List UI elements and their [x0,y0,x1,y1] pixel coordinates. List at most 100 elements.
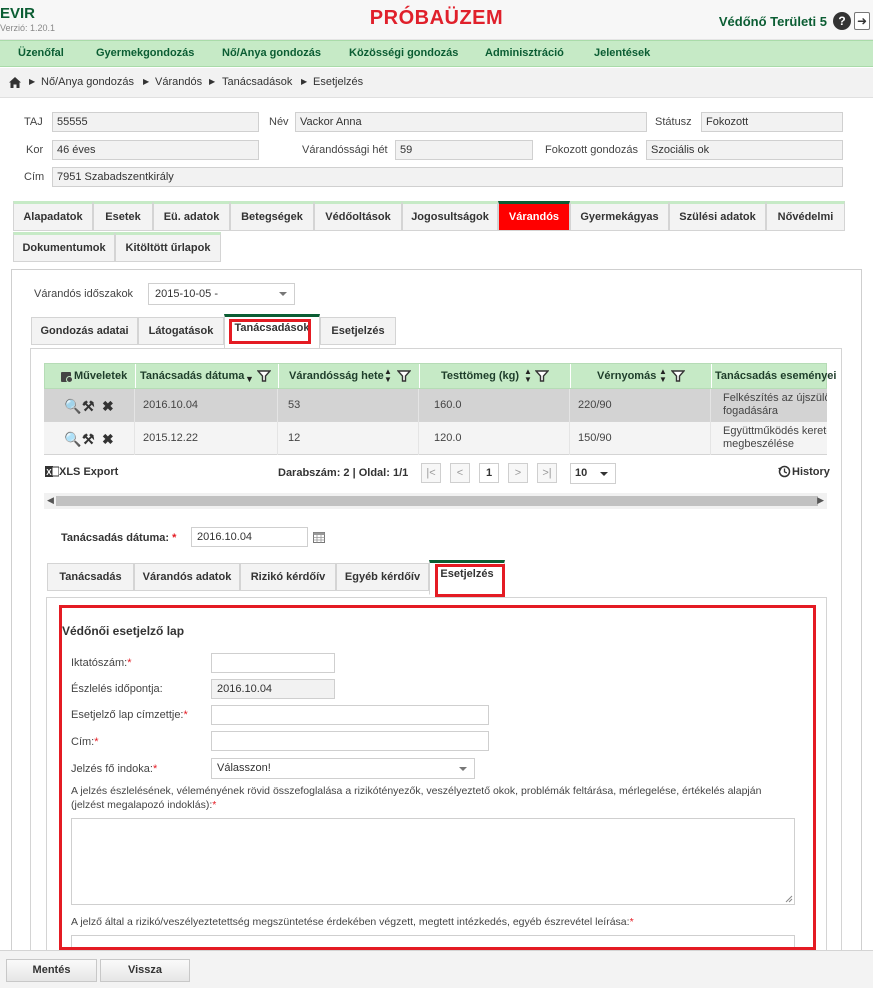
filing-number-input[interactable] [211,653,335,673]
tab-novedelmi[interactable]: Nővédelmi [766,201,845,231]
tab-esetjelzes-level2[interactable]: Esetjelzés [320,317,396,345]
cell-date: 2015.12.22 [143,432,199,444]
tab-esetjelzes[interactable]: Esetjelzés [429,560,505,595]
filter-icon[interactable] [257,369,271,383]
menu-item-jelentesek[interactable]: Jelentések [594,47,650,59]
scrollbar-thumb[interactable] [56,496,818,506]
filter-icon[interactable] [671,369,685,383]
sort-icon[interactable]: ▲ ▼ [524,368,532,384]
summary-label-line1: A jelzés észlelésének, véleményének rövi… [71,785,762,797]
tab-gondozas-adatai[interactable]: Gondozás adatai [31,317,138,345]
breadcrumb-tanacsadasok[interactable]: Tanácsadások [222,76,292,88]
breadcrumb-no-anya-gondozas[interactable]: Nő/Anya gondozás [41,76,134,88]
first-page-button[interactable]: |< [421,463,441,483]
menu-item-adminisztracio[interactable]: Adminisztráció [485,47,564,59]
horizontal-scrollbar[interactable]: ◀ ▶ [44,493,827,509]
prev-page-button[interactable]: < [450,463,470,483]
tab-gyermekagyas[interactable]: Gyermekágyas [570,201,669,231]
detection-time-field: 2016.10.04 [211,679,335,699]
delete-icon[interactable]: ✖ [102,398,114,415]
next-page-button[interactable]: > [508,463,528,483]
current-page-button[interactable]: 1 [479,463,499,483]
xls-export-link[interactable]: XLS Export [59,466,118,478]
form-address-label-text: Cím: [71,736,95,748]
tab-egyeb-kerdoiv[interactable]: Egyéb kérdőív [336,563,429,591]
tab-tanacsadas[interactable]: Tanácsadás [47,563,134,591]
reason-label-text: Jelzés fő indoka: [71,763,153,775]
recipient-label: Esetjelző lap címzettje:* [71,709,188,721]
last-page-button[interactable]: >| [537,463,557,483]
menu-item-uzenofal[interactable]: Üzenőfal [18,47,64,59]
summary-textarea[interactable] [71,818,795,905]
tab-latogatasok[interactable]: Látogatások [138,317,224,345]
tab-riziko-kerdoiv[interactable]: Rizikó kérdőív [240,563,336,591]
calendar-icon[interactable] [313,531,325,543]
tab-esetek[interactable]: Esetek [93,201,153,231]
search-icon[interactable]: 🔍 [64,398,81,415]
resize-handle-icon[interactable] [785,895,793,903]
app-header: EVIR Verzió: 1.20.1 PRÓBAÜZEM Védőnő Ter… [0,0,873,40]
sort-icon[interactable]: ▲ ▼ [659,368,667,384]
name-label: Név [269,116,289,128]
delete-icon[interactable]: ✖ [102,431,114,448]
breadcrumb: ▶ Nő/Anya gondozás ▶ Várandós ▶ Tanácsad… [0,68,873,98]
breadcrumb-esetjelzes: Esetjelzés [313,76,364,88]
menu-item-kozossegi-gondozas[interactable]: Közösségi gondozás [349,47,458,59]
column-header-date[interactable]: Tanácsadás dátuma [140,370,244,382]
pregnancy-week-label: Várandóssági hét [302,144,388,156]
menu-item-gyermekgondozas[interactable]: Gyermekgondozás [96,47,194,59]
tab-kitoltott-urlapok[interactable]: Kitöltött űrlapok [115,232,221,262]
address-label: Cím [24,171,45,183]
column-header-blood-pressure[interactable]: Vérnyomás [597,370,656,382]
table-row[interactable]: 🔍 ⚒ ✖ 2015.12.22 12 120.0 150/90 Együttm… [44,422,827,455]
tab-betegsegek[interactable]: Betegségek [230,201,314,231]
sort-icon[interactable]: ▲ ▼ [384,368,392,384]
settings-icon[interactable] [60,370,73,383]
periods-select[interactable]: 2015-10-05 - [148,283,295,305]
breadcrumb-separator-icon: ▶ [209,77,216,86]
logout-icon[interactable]: ➜ [854,12,870,30]
column-header-weight[interactable]: Testtömeg (kg) [441,370,519,382]
form-title: Védőnői esetjelző lap [62,624,185,638]
search-icon[interactable]: 🔍 [64,431,81,448]
excel-icon[interactable]: X [45,465,59,478]
scroll-right-icon[interactable]: ▶ [817,495,824,506]
tab-alapadatok[interactable]: Alapadatok [13,201,93,231]
tab-tanacsadasok[interactable]: Tanácsadások [224,314,320,349]
save-button[interactable]: Mentés [6,959,97,982]
filter-icon[interactable] [535,369,549,383]
tab-szulesi-adatok[interactable]: Szülési adatok [669,201,766,231]
tab-varandos-adatok[interactable]: Várandós adatok [134,563,240,591]
cell-weight: 120.0 [434,432,462,444]
help-icon[interactable]: ? [833,12,851,30]
user-name[interactable]: Védőnő Területi 5 [719,14,827,29]
breadcrumb-varandos[interactable]: Várandós [155,76,202,88]
tab-dokumentumok[interactable]: Dokumentumok [13,232,115,262]
back-button[interactable]: Vissza [100,959,190,982]
table-row[interactable]: 🔍 ⚒ ✖ 2016.10.04 53 160.0 220/90 Felkész… [44,389,827,422]
tab-vedooltasok[interactable]: Védőoltások [314,201,402,231]
form-address-input[interactable] [211,731,489,751]
menu-item-no-anya-gondozas[interactable]: Nő/Anya gondozás [222,47,321,59]
home-icon[interactable] [9,77,21,88]
tab-eu-adatok[interactable]: Eü. adatok [153,201,230,231]
measures-textarea[interactable] [71,935,795,947]
summary-label-line2: (jelzést megalapozó indoklás):* [71,799,216,811]
recipient-input[interactable] [211,705,489,725]
cell-blood-pressure: 220/90 [578,399,612,411]
column-header-week[interactable]: Várandósság hete [289,370,384,382]
edit-icon[interactable]: ⚒ [82,398,95,415]
reason-select[interactable]: Válasszon! [211,758,475,779]
page-size-select[interactable]: 10 [570,463,616,484]
history-link[interactable]: History [792,466,830,478]
tab-varandos[interactable]: Várandós [498,201,570,231]
history-icon[interactable] [778,465,791,478]
scroll-left-icon[interactable]: ◀ [47,495,54,506]
status-field: Fokozott [701,112,843,132]
tab-jogosultsagok[interactable]: Jogosultságok [402,201,498,231]
sort-desc-icon[interactable]: ▼ [245,374,254,384]
consult-date-label-text: Tanácsadás dátuma: [61,532,170,544]
edit-icon[interactable]: ⚒ [82,431,95,448]
consult-date-input[interactable]: 2016.10.04 [191,527,308,547]
filter-icon[interactable] [397,369,411,383]
